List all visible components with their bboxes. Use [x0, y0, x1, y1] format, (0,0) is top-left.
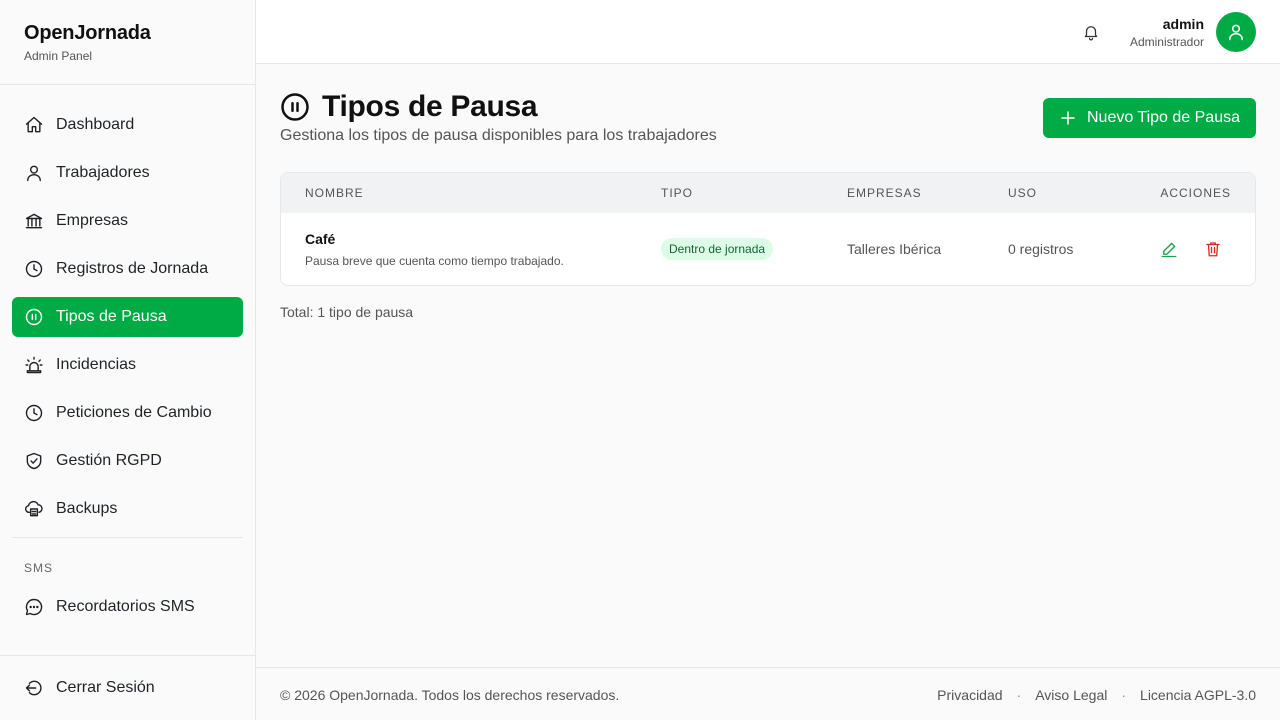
- user-role: Administrador: [1129, 35, 1204, 49]
- plus-icon: [1059, 109, 1087, 127]
- sidebar-item-label: Recordatorios SMS: [56, 598, 195, 615]
- sidebar-item-label: Registros de Jornada: [56, 260, 209, 277]
- column-header-acciones: ACCIONES: [1160, 186, 1231, 200]
- new-pause-type-label: Nuevo Tipo de Pausa: [1087, 109, 1240, 126]
- main-content: Tipos de Pausa Gestiona los tipos de pau…: [256, 64, 1280, 667]
- pause-circle-icon: [24, 307, 44, 327]
- pause-type-name: Café: [305, 231, 336, 247]
- type-badge: Dentro de jornada: [661, 238, 774, 260]
- privacy-link[interactable]: Privacidad: [937, 687, 1002, 703]
- sidebar-item-label: Peticiones de Cambio: [56, 404, 212, 421]
- chat-bubble-icon: [24, 597, 44, 617]
- bank-icon: [24, 211, 44, 231]
- cell-usage: 0 registros: [1008, 241, 1074, 257]
- sidebar-item-tipos-de-pausa[interactable]: Tipos de Pausa: [12, 297, 243, 337]
- alarm-icon: [24, 355, 44, 375]
- license-link[interactable]: Licencia AGPL-3.0: [1140, 687, 1256, 703]
- page-heading: Tipos de Pausa: [280, 90, 538, 124]
- column-header-empresas: EMPRESAS: [847, 186, 922, 200]
- trash-icon[interactable]: [1204, 240, 1222, 258]
- column-header-nombre: NOMBRE: [305, 186, 364, 200]
- user-icon: [1226, 22, 1246, 42]
- table-row: Café Pausa breve que cuenta como tiempo …: [281, 213, 1255, 285]
- copyright: © 2026 OpenJornada. Todos los derechos r…: [280, 687, 620, 703]
- logout-label: Cerrar Sesión: [56, 679, 155, 696]
- table-header: NOMBRE TIPO EMPRESAS USO ACCIONES: [281, 173, 1255, 213]
- pause-types-table: NOMBRE TIPO EMPRESAS USO ACCIONES Café P…: [280, 172, 1256, 286]
- sidebar-item-label: Tipos de Pausa: [56, 308, 167, 325]
- sidebar-item-label: Incidencias: [56, 356, 137, 373]
- sidebar-item-empresas[interactable]: Empresas: [12, 201, 243, 241]
- page-title: Tipos de Pausa: [322, 90, 538, 123]
- user-icon: [24, 163, 44, 183]
- sidebar-section-sms: SMS: [24, 561, 54, 575]
- brand: OpenJornada Admin Panel: [0, 0, 255, 85]
- column-header-tipo: TIPO: [661, 186, 694, 200]
- clock-icon: [24, 259, 44, 279]
- sidebar-item-backups[interactable]: Backups: [12, 489, 243, 529]
- footer-separator: ·: [1121, 687, 1127, 703]
- sidebar-item-peticiones[interactable]: Peticiones de Cambio: [12, 393, 243, 433]
- sidebar-item-label: Backups: [56, 500, 118, 517]
- pause-circle-icon: [280, 92, 310, 122]
- sidebar: OpenJornada Admin Panel Dashboard Trabaj…: [0, 0, 256, 720]
- sidebar-item-label: Gestión RGPD: [56, 452, 162, 469]
- brand-subtitle: Admin Panel: [24, 49, 93, 63]
- brand-title: OpenJornada: [24, 22, 151, 44]
- user-name: admin: [1162, 16, 1204, 32]
- sidebar-item-incidencias[interactable]: Incidencias: [12, 345, 243, 385]
- new-pause-type-button[interactable]: Nuevo Tipo de Pausa: [1043, 98, 1256, 138]
- page-subtitle: Gestiona los tipos de pausa disponibles …: [280, 127, 717, 144]
- sidebar-item-rgpd[interactable]: Gestión RGPD: [12, 441, 243, 481]
- avatar[interactable]: [1216, 12, 1256, 52]
- logout-icon: [24, 678, 44, 698]
- logout-button[interactable]: Cerrar Sesión: [12, 668, 243, 708]
- bell-icon[interactable]: [1082, 23, 1100, 41]
- top-header: admin Administrador: [256, 0, 1280, 64]
- page-footer: © 2026 OpenJornada. Todos los derechos r…: [256, 667, 1280, 720]
- cell-name: Café Pausa breve que cuenta como tiempo …: [305, 231, 564, 268]
- home-icon: [24, 115, 44, 135]
- sidebar-item-registros[interactable]: Registros de Jornada: [12, 249, 243, 289]
- sidebar-item-label: Trabajadores: [56, 164, 150, 181]
- clock-icon: [24, 403, 44, 423]
- sidebar-footer: Cerrar Sesión: [0, 655, 255, 720]
- sidebar-item-recordatorios-sms[interactable]: Recordatorios SMS: [12, 587, 243, 627]
- edit-icon[interactable]: [1160, 240, 1178, 258]
- sidebar-item-label: Empresas: [56, 212, 129, 229]
- shield-check-icon: [24, 451, 44, 471]
- cloud-icon: [24, 499, 44, 519]
- legal-notice-link[interactable]: Aviso Legal: [1035, 687, 1107, 703]
- footer-links: Privacidad · Aviso Legal · Licencia AGPL…: [937, 687, 1256, 703]
- cell-company: Talleres Ibérica: [847, 241, 942, 257]
- sidebar-nav: Dashboard Trabajadores Empresas Registro…: [0, 85, 255, 627]
- sidebar-item-dashboard[interactable]: Dashboard: [12, 105, 243, 145]
- sidebar-item-trabajadores[interactable]: Trabajadores: [12, 153, 243, 193]
- user-info: admin Administrador: [1130, 16, 1204, 49]
- column-header-uso: USO: [1008, 186, 1038, 200]
- sidebar-item-label: Dashboard: [56, 116, 135, 133]
- table-total: Total: 1 tipo de pausa: [280, 304, 414, 320]
- pause-type-description: Pausa breve que cuenta como tiempo traba…: [305, 254, 564, 268]
- footer-separator: ·: [1016, 687, 1022, 703]
